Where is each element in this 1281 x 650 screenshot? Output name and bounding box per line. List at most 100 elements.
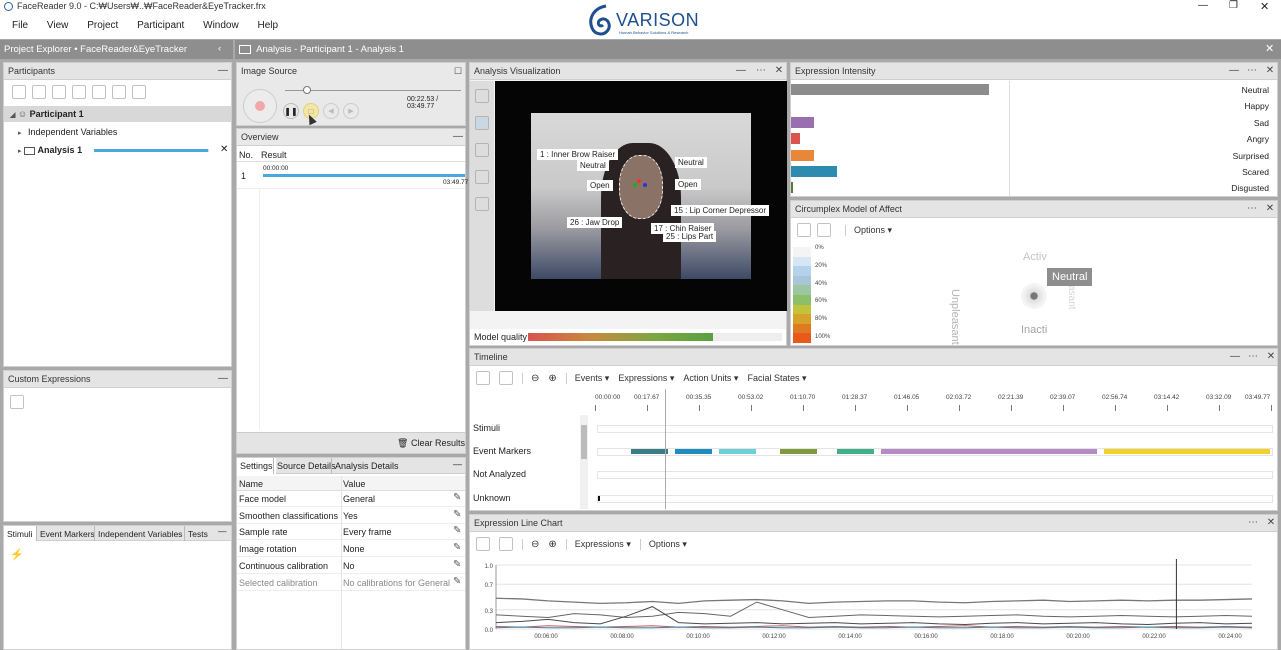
action-units-dropdown[interactable]: Action Units ▾ — [683, 373, 738, 384]
more-options-icon[interactable]: ⋯ — [1246, 516, 1260, 530]
minimize-panel-icon[interactable]: — — [1227, 64, 1241, 78]
settings-row[interactable]: Continuous calibration No ✎ — [237, 558, 465, 574]
zoom-in-icon[interactable]: ⊕ — [548, 373, 556, 384]
save-icon[interactable] — [797, 223, 811, 237]
minimize-panel-icon[interactable]: — — [218, 526, 227, 536]
edit-icon[interactable]: ✎ — [453, 542, 461, 553]
menu-project[interactable]: Project — [87, 20, 118, 31]
copy-icon[interactable] — [499, 537, 513, 551]
close-analysis-icon[interactable]: ✕ — [1265, 42, 1274, 55]
add-stimulus-icon[interactable]: ⚡ — [10, 548, 24, 561]
participant-row[interactable]: ◢ ☺ Participant 1 — [4, 106, 231, 122]
tab-stimuli[interactable]: Stimuli — [4, 526, 36, 541]
settings-row[interactable]: Selected calibration No calibrations for … — [237, 575, 465, 591]
minimize-panel-icon[interactable]: — — [734, 64, 748, 78]
expressions-dropdown[interactable]: Expressions ▾ — [618, 373, 674, 384]
independent-variables-row[interactable]: ▸ Independent Variables — [18, 127, 117, 137]
maximize-panel-icon[interactable]: ☐ — [451, 64, 465, 78]
tab-analysis-details[interactable]: Analysis Details — [331, 458, 402, 474]
events-dropdown[interactable]: Events ▾ — [565, 372, 609, 384]
edit-icon[interactable]: ✎ — [453, 492, 461, 503]
menu-view[interactable]: View — [47, 20, 69, 31]
close-panel-icon[interactable]: ✕ — [1264, 516, 1277, 530]
face-model-icon[interactable] — [475, 116, 489, 130]
minimize-panel-icon[interactable]: — — [1228, 350, 1242, 364]
minimize-panel-icon[interactable]: — — [451, 130, 465, 144]
clear-results-button[interactable]: 🗑 Clear Results — [397, 438, 465, 449]
menu-help[interactable]: Help — [257, 20, 278, 31]
expand-icon[interactable]: ▸ — [18, 130, 22, 137]
add-participant-icon[interactable] — [12, 85, 26, 99]
image-icon[interactable] — [475, 197, 489, 211]
minimize-panel-icon[interactable]: — — [216, 64, 230, 78]
timeline-cursor[interactable] — [664, 389, 666, 509]
playback-slider[interactable] — [285, 90, 461, 91]
close-panel-icon[interactable]: ✕ — [772, 64, 786, 78]
expand-icon[interactable]: ▸ — [18, 148, 22, 155]
maximize-button[interactable]: ❐ — [1229, 0, 1238, 11]
scrollbar-thumb[interactable] — [581, 425, 587, 459]
menu-file[interactable]: File — [12, 20, 28, 31]
tab-tests[interactable]: Tests — [184, 526, 211, 541]
settings-row[interactable]: Face model General ✎ — [237, 491, 465, 507]
settings-row[interactable]: Smoothen classifications Yes ✎ — [237, 508, 465, 524]
document-icon[interactable] — [92, 85, 106, 99]
copy-icon[interactable] — [817, 223, 831, 237]
image-icon[interactable] — [72, 85, 86, 99]
search-icon[interactable] — [112, 85, 126, 99]
more-options-icon[interactable]: ⋯ — [1245, 202, 1259, 216]
save-icon[interactable] — [476, 371, 490, 385]
grid-icon[interactable] — [475, 143, 489, 157]
edit-icon[interactable]: ✎ — [453, 509, 461, 520]
edit-icon[interactable]: ✎ — [453, 576, 461, 587]
tab-settings[interactable]: Settings — [237, 458, 276, 474]
analysis-tab-title[interactable]: Analysis - Participant 1 - Analysis 1 — [256, 44, 404, 55]
settings-icon[interactable] — [52, 85, 66, 99]
step-back-button[interactable]: ◀ — [323, 103, 339, 119]
options-dropdown[interactable]: Options ▾ — [845, 224, 892, 236]
close-panel-icon[interactable]: ✕ — [1263, 64, 1277, 78]
mesh-icon[interactable] — [475, 170, 489, 184]
close-panel-icon[interactable]: ✕ — [1264, 350, 1277, 364]
settings-row[interactable]: Sample rate Every frame ✎ — [237, 524, 465, 541]
event-marker-segment[interactable] — [1104, 449, 1270, 454]
event-marker-segment[interactable] — [779, 449, 817, 454]
copy-icon[interactable] — [499, 371, 513, 385]
add-analysis-icon[interactable] — [32, 85, 46, 99]
tab-source-details[interactable]: Source Details — [273, 458, 339, 474]
frame-icon[interactable] — [475, 89, 489, 103]
more-options-icon[interactable]: ⋯ — [1246, 350, 1260, 364]
timeline-scrollbar[interactable] — [580, 415, 588, 509]
event-marker-segment[interactable] — [718, 449, 756, 454]
zoom-out-icon[interactable]: ⊖ — [522, 372, 539, 384]
analysis-row[interactable]: ▸ Analysis 1 ✕ — [18, 144, 230, 159]
overview-row[interactable]: 1 00:00:00 03:49.77 — [237, 163, 468, 189]
remove-analysis-icon[interactable]: ✕ — [220, 144, 228, 155]
minimize-button[interactable]: — — [1198, 0, 1208, 11]
minimize-panel-icon[interactable]: — — [216, 372, 230, 386]
zoom-in-icon[interactable]: ⊕ — [548, 539, 556, 550]
expand-icon[interactable]: ◢ — [10, 112, 15, 119]
close-panel-icon[interactable]: ✕ — [1263, 202, 1277, 216]
more-options-icon[interactable]: ⋯ — [754, 64, 768, 78]
facial-states-dropdown[interactable]: Facial States ▾ — [747, 373, 806, 384]
zoom-out-icon[interactable]: ⊖ — [522, 538, 539, 550]
event-marker-segment[interactable] — [836, 449, 875, 454]
event-marker-segment[interactable] — [674, 449, 712, 454]
edit-icon[interactable]: ✎ — [453, 525, 461, 536]
step-forward-button[interactable]: ▶ — [343, 103, 359, 119]
line-options-dropdown[interactable]: Options ▾ — [639, 538, 687, 550]
record-button[interactable] — [243, 89, 277, 123]
tab-event-markers[interactable]: Event Markers — [36, 526, 98, 541]
close-window-button[interactable]: ✕ — [1260, 0, 1269, 13]
collapse-explorer-icon[interactable]: ‹ — [218, 43, 221, 54]
save-icon[interactable] — [476, 537, 490, 551]
tab-independent-variables[interactable]: Independent Variables — [94, 526, 185, 541]
more-options-icon[interactable]: ⋯ — [1245, 64, 1259, 78]
add-expression-icon[interactable] — [10, 395, 24, 409]
event-marker-segment[interactable] — [880, 449, 1098, 454]
slider-handle[interactable] — [302, 86, 311, 94]
edit-icon[interactable]: ✎ — [453, 559, 461, 570]
menu-window[interactable]: Window — [203, 20, 239, 31]
settings-row[interactable]: Image rotation None ✎ — [237, 541, 465, 558]
